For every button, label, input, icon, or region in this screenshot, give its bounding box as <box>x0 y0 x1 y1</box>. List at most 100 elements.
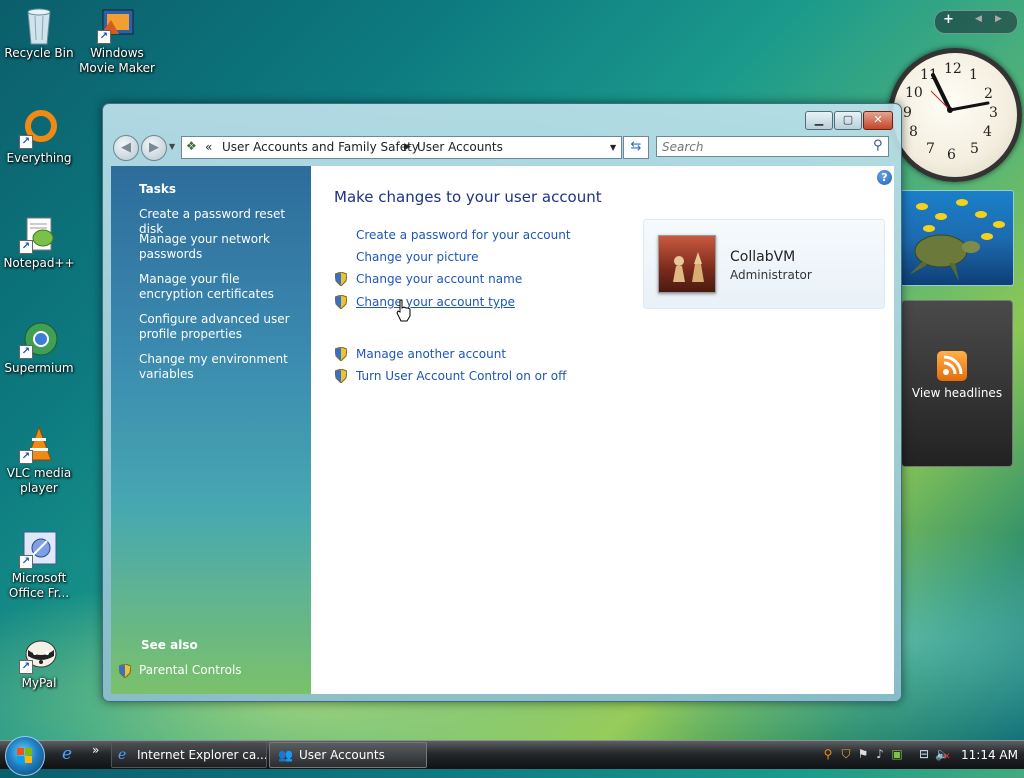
flag-tray-icon[interactable]: ⚑ <box>856 747 870 761</box>
search-icon[interactable]: ⚲ <box>873 138 883 153</box>
desktop-icon-vlc[interactable]: ↗ VLC media player <box>1 420 77 496</box>
volume-tray-icon[interactable]: ♪ <box>873 747 887 761</box>
manage-another-account-link[interactable]: Manage another account <box>356 347 506 361</box>
account-card: CollabVM Administrator <box>643 219 885 309</box>
notepad-plus-plus-icon: ↗ <box>19 214 59 254</box>
taskbar-item-user-accounts[interactable]: 👥 User Accounts <box>269 742 427 768</box>
fish-shape <box>916 203 928 210</box>
fish-shape <box>923 225 935 232</box>
taskbar-item-label: Internet Explorer ca... <box>137 748 267 762</box>
desktop-icon-mypal[interactable]: ↗ MyPal <box>1 630 77 691</box>
supermium-browser-icon: ↗ <box>19 319 59 359</box>
desktop-icon-label: VLC media player <box>6 466 72 495</box>
taskbar-clock[interactable]: 11:14 AM <box>961 748 1018 762</box>
user-accounts-icon: 👥 <box>278 748 293 762</box>
maximize-button[interactable]: ▢ <box>834 111 862 130</box>
shield-icon <box>119 664 131 678</box>
clock-hands <box>930 73 990 113</box>
uac-shield-icon <box>335 295 347 309</box>
recent-pages-dropdown-icon[interactable]: ▼ <box>169 142 175 151</box>
fish-shape <box>935 213 947 220</box>
uac-toggle-link[interactable]: Turn User Account Control on or off <box>356 369 566 383</box>
page-title: Make changes to your user account <box>334 188 602 206</box>
gadgets-next-icon[interactable]: ▶ <box>995 14 1002 24</box>
shortcut-arrow-icon: ↗ <box>19 555 33 569</box>
office-frontpage-icon: ↗ <box>19 529 59 569</box>
quicklaunch-ie-icon[interactable]: e <box>62 744 72 764</box>
hand-cursor-icon <box>396 299 411 322</box>
shortcut-arrow-icon: ↗ <box>19 660 33 674</box>
task-advanced-profile-properties[interactable]: Configure advanced user profile properti… <box>139 312 304 342</box>
feed-headlines-gadget[interactable]: View headlines <box>901 300 1013 467</box>
see-also-heading: See also <box>141 638 198 652</box>
desktop-icon-movie-maker[interactable]: ↗ Windows Movie Maker <box>79 0 155 76</box>
fish-shape <box>956 199 968 206</box>
uac-shield-icon <box>335 369 347 383</box>
network-tray-icon[interactable]: ⊟ <box>917 747 931 761</box>
desktop-icon-office-frontpage[interactable]: ↗ Microsoft Office Fr... <box>1 525 77 601</box>
minimize-button[interactable]: ▁ <box>805 111 833 130</box>
desktop-icon-supermium[interactable]: ↗ Supermium <box>1 315 77 376</box>
security-shield-tray-icon[interactable]: ⛉ <box>839 747 853 761</box>
shortcut-arrow-icon: ↗ <box>19 345 33 359</box>
chess-pieces-icon <box>673 252 704 282</box>
task-manage-network-passwords[interactable]: Manage your network passwords <box>139 232 304 262</box>
desktop-icon-everything[interactable]: ↗ Everything <box>1 105 77 166</box>
address-dropdown-icon[interactable]: ▼ <box>610 143 616 152</box>
ie-icon: e <box>118 747 127 763</box>
parental-controls-link[interactable]: Parental Controls <box>139 663 304 678</box>
desktop-icon-notepad-plus-plus[interactable]: ↗ Notepad++ <box>1 210 77 271</box>
taskbar: e » e Internet Explorer ca... 👥 User Acc… <box>0 736 1024 776</box>
start-button[interactable] <box>5 736 45 776</box>
movie-maker-icon: ↗ <box>97 4 137 44</box>
user-accounts-window: ▁ ▢ ✕ ◀ ▶ ▼ ❖ « User Accounts and Family… <box>102 103 902 702</box>
breadcrumb-user-accounts-family-safety[interactable]: User Accounts and Family Safety <box>222 140 419 154</box>
everything-tray-icon[interactable]: ⚲ <box>821 747 835 761</box>
rss-feed-icon <box>937 351 967 381</box>
change-account-type-link[interactable]: Change your account type <box>356 295 515 309</box>
desktop-icon-recycle-bin[interactable]: Recycle Bin <box>1 0 77 61</box>
search-input[interactable] <box>656 136 889 157</box>
control-panel-icon: ❖ <box>186 139 197 153</box>
uac-shield-icon <box>335 272 347 286</box>
fish-shape <box>993 221 1005 228</box>
windows-logo-icon <box>17 748 32 763</box>
change-account-name-link[interactable]: Change your account name <box>356 272 522 286</box>
close-button[interactable]: ✕ <box>863 111 893 130</box>
main-content: ? Make changes to your user account Crea… <box>311 166 894 694</box>
task-environment-variables[interactable]: Change my environment variables <box>139 352 304 382</box>
taskbar-item-label: User Accounts <box>299 748 385 762</box>
notification-area: ⚲ ⛉ ⚑ ♪ ▣ ⊟ 🔈 ✕ 11:14 AM <box>813 743 1021 767</box>
help-icon[interactable]: ? <box>877 170 892 185</box>
everything-search-icon: ↗ <box>19 109 59 149</box>
fish-shape <box>981 233 993 240</box>
view-headlines-label[interactable]: View headlines <box>902 386 1012 400</box>
shortcut-arrow-icon: ↗ <box>19 240 33 254</box>
refresh-button[interactable]: ⇆ <box>623 136 649 159</box>
account-picture[interactable] <box>658 235 716 293</box>
forward-button[interactable]: ▶ <box>141 135 167 161</box>
create-password-link[interactable]: Create a password for your account <box>356 228 571 242</box>
slideshow-gadget[interactable] <box>900 190 1014 286</box>
clock-gadget[interactable]: 12 1 2 3 4 5 6 7 8 9 10 11 <box>888 48 1022 182</box>
fish-shape <box>975 211 987 218</box>
task-manage-file-encryption[interactable]: Manage your file encryption certificates <box>139 272 304 302</box>
account-type: Administrator <box>730 268 812 282</box>
sidebar-controls: + ◀ ▶ <box>934 10 1018 34</box>
safely-remove-tray-icon[interactable]: ▣ <box>890 747 904 761</box>
breadcrumb-user-accounts[interactable]: User Accounts <box>417 140 503 154</box>
recycle-bin-icon <box>19 4 59 45</box>
change-picture-link[interactable]: Change your picture <box>356 250 478 264</box>
taskbar-item-internet-explorer[interactable]: e Internet Explorer ca... <box>111 742 267 768</box>
desktop-icon-label: Microsoft Office Fr... <box>8 571 70 600</box>
gadgets-prev-icon[interactable]: ◀ <box>975 14 982 24</box>
quicklaunch-more-button[interactable]: » <box>92 743 99 757</box>
muted-x-icon: ✕ <box>943 752 951 762</box>
breadcrumb-overflow[interactable]: « <box>205 140 212 154</box>
breadcrumb-separator-icon[interactable]: ▶ <box>404 142 411 152</box>
add-gadget-button[interactable]: + <box>943 12 954 27</box>
back-button[interactable]: ◀ <box>113 135 139 161</box>
address-bar[interactable]: ❖ « User Accounts and Family Safety ▶ Us… <box>181 136 622 159</box>
desktop-icon-label: Notepad++ <box>3 256 75 270</box>
tasks-heading: Tasks <box>139 182 177 196</box>
